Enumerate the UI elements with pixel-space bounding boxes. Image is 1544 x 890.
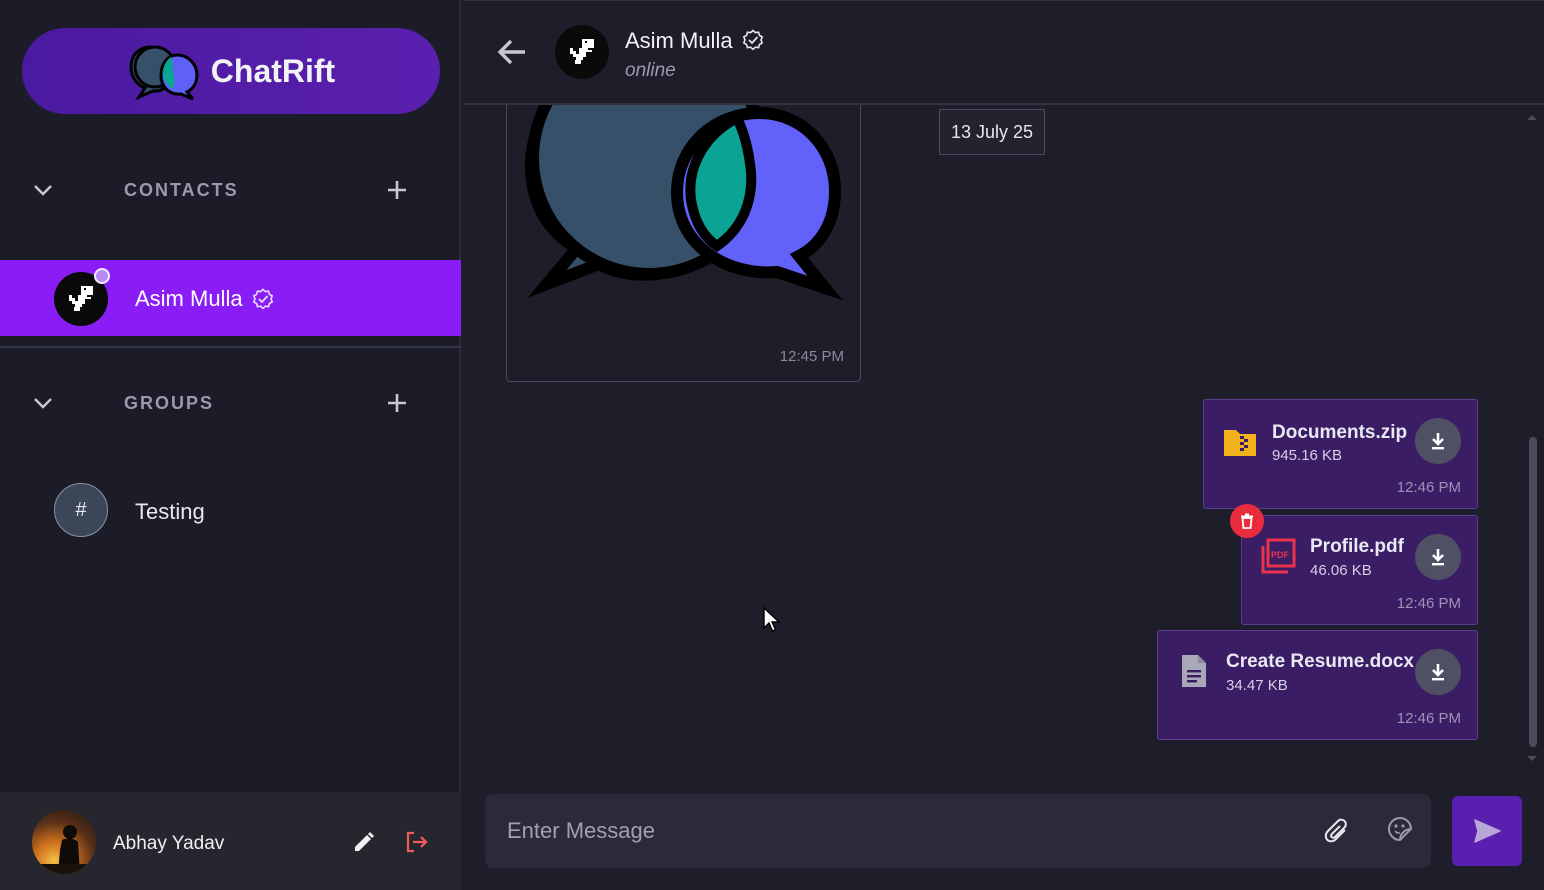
- file-message[interactable]: Create Resume.docx 34.47 KB 12:46 PM: [1157, 630, 1478, 740]
- file-size: 945.16 KB: [1272, 447, 1343, 464]
- back-arrow-icon[interactable]: [495, 35, 529, 69]
- download-icon: [1432, 664, 1444, 681]
- verified-badge-icon: [742, 29, 764, 51]
- scroll-down-arrow-icon[interactable]: [1525, 754, 1539, 764]
- silhouette-icon: [32, 825, 96, 874]
- file-size: 46.06 KB: [1310, 562, 1372, 579]
- profile-bar: Abhay Yadav: [0, 792, 461, 890]
- group-name: Testing: [135, 499, 205, 524]
- image-message[interactable]: 12:45 PM: [506, 105, 861, 382]
- delete-message-button[interactable]: [1230, 504, 1264, 538]
- app: ChatRift CONTACTS Asim Mulla GROUPS # Te…: [0, 0, 1544, 890]
- send-icon: [1474, 819, 1501, 843]
- file-name: Create Resume.docx: [1226, 651, 1414, 672]
- group-avatar: #: [54, 483, 108, 537]
- sticker-emoji-icon[interactable]: [1387, 816, 1413, 842]
- message-composer: [485, 794, 1431, 868]
- contact-name: Asim Mulla: [135, 286, 243, 311]
- download-icon: [1432, 433, 1444, 450]
- scrollbar-thumb[interactable]: [1529, 437, 1537, 747]
- contacts-label: CONTACTS: [124, 179, 239, 200]
- file-message[interactable]: PDF Profile.pdf 46.06 KB 12:46 PM: [1241, 515, 1478, 625]
- pdf-icon: PDF: [1261, 538, 1296, 574]
- groups-label: GROUPS: [124, 392, 215, 413]
- chat-contact-status: online: [625, 60, 676, 81]
- contact-item-asim-mulla[interactable]: Asim Mulla: [0, 260, 461, 336]
- user-name: Abhay Yadav: [113, 833, 225, 854]
- chatrift-logo-image: [524, 105, 843, 301]
- contacts-section-header: CONTACTS: [0, 170, 461, 210]
- edit-pencil-icon[interactable]: [352, 830, 376, 854]
- zip-folder-icon: [1224, 430, 1256, 456]
- message-time: 12:46 PM: [1396, 710, 1461, 727]
- trash-icon: [1241, 513, 1253, 529]
- group-item-testing[interactable]: # Testing: [0, 480, 461, 542]
- paperclip-icon[interactable]: [1323, 818, 1351, 846]
- sidebar: ChatRift CONTACTS Asim Mulla GROUPS # Te…: [0, 0, 461, 890]
- dino-icon: [69, 286, 93, 311]
- file-name: Documents.zip: [1272, 422, 1408, 443]
- chevron-down-icon[interactable]: [32, 392, 54, 414]
- download-icon: [1432, 549, 1444, 566]
- add-group-icon[interactable]: [386, 392, 408, 414]
- sidebar-divider: [0, 346, 461, 348]
- logout-icon[interactable]: [404, 830, 430, 854]
- chat-contact-avatar[interactable]: [555, 25, 609, 79]
- download-button[interactable]: [1415, 418, 1461, 464]
- file-name: Profile.pdf: [1310, 536, 1404, 557]
- date-separator: 13 July 25: [939, 109, 1045, 155]
- message-list[interactable]: 12:45 PM 13 July 25 Documents.zip 945.16…: [463, 105, 1544, 770]
- svg-text:PDF: PDF: [1271, 550, 1290, 560]
- dino-icon: [570, 39, 594, 64]
- document-icon: [1182, 655, 1206, 687]
- brand-name: ChatRift: [210, 52, 336, 89]
- send-button[interactable]: [1452, 796, 1522, 866]
- download-button[interactable]: [1415, 534, 1461, 580]
- online-status-dot: [94, 268, 110, 284]
- verified-badge-icon: [252, 288, 274, 310]
- mouse-cursor-icon: [763, 606, 781, 632]
- chat-header: Asim Mulla online: [463, 0, 1544, 105]
- chevron-down-icon[interactable]: [32, 179, 54, 201]
- download-button[interactable]: [1415, 649, 1461, 695]
- brand-logo-pill[interactable]: ChatRift: [22, 28, 440, 114]
- message-time: 12:46 PM: [1396, 595, 1461, 612]
- file-size: 34.47 KB: [1226, 677, 1288, 694]
- scroll-up-arrow-icon[interactable]: [1525, 112, 1539, 122]
- chat-panel: Asim Mulla online 12:45 PM 13 July 25 Do…: [463, 0, 1544, 890]
- message-time: 12:45 PM: [779, 348, 844, 365]
- groups-section-header: GROUPS: [0, 383, 461, 423]
- message-input[interactable]: [485, 794, 1285, 868]
- chatrift-logo-icon: [129, 45, 199, 101]
- file-message[interactable]: Documents.zip 945.16 KB 12:46 PM: [1203, 399, 1478, 509]
- message-scrollbar[interactable]: [1525, 112, 1539, 767]
- user-avatar[interactable]: [32, 810, 96, 874]
- message-time: 12:46 PM: [1396, 479, 1461, 496]
- chat-contact-name: Asim Mulla: [625, 28, 733, 53]
- add-contact-icon[interactable]: [386, 179, 408, 201]
